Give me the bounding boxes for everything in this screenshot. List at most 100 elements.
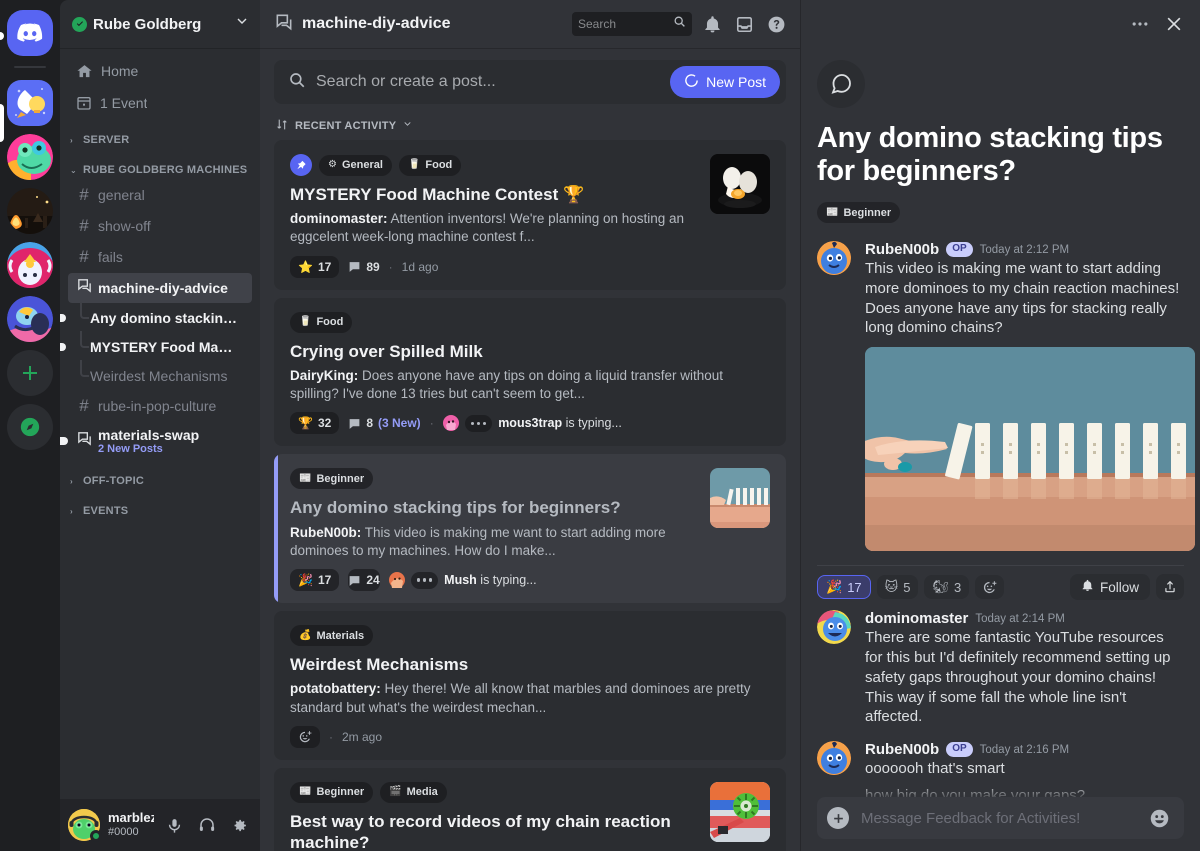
add-reaction-button[interactable]: [975, 575, 1005, 600]
message-image-dominoes[interactable]: [865, 347, 1195, 552]
server-icon-character-pink[interactable]: [7, 242, 53, 288]
post-card-any-domino-stacking-tips[interactable]: 📰 Beginner Any domino stacking tips for …: [274, 454, 786, 604]
avatar[interactable]: [817, 610, 851, 645]
message-input[interactable]: Message Feedback for Activities!: [817, 797, 1184, 839]
avatar[interactable]: [817, 241, 851, 276]
message-author[interactable]: RubeN00b: [865, 741, 939, 758]
gear-icon[interactable]: [227, 812, 252, 838]
sidebar-thread-weirdest[interactable]: Weirdest Mechanisms: [68, 360, 252, 390]
post-tag[interactable]: 💰 Materials: [290, 625, 374, 647]
message-timestamp: Today at 2:12 PM: [979, 243, 1070, 256]
sidebar-item-machine-diy-advice[interactable]: machine-diy-advice: [68, 273, 252, 303]
message-icon: [349, 262, 360, 273]
post-tag[interactable]: ⚙ General: [319, 154, 392, 176]
post-tag[interactable]: 🎬 Media: [380, 781, 447, 803]
typing-suffix: is typing...: [476, 573, 537, 588]
inbox-icon[interactable]: [732, 12, 756, 36]
thread-reaction-bar: 🎉 17 🐱 5 🐿 3 Follow: [817, 565, 1184, 610]
op-badge: OP: [946, 742, 973, 758]
emoji-icon[interactable]: [1149, 808, 1170, 829]
reaction-chip[interactable]: 🏆 32: [290, 412, 340, 435]
user-meta[interactable]: marblez #0000: [108, 811, 154, 838]
sidebar-item-general[interactable]: # general: [68, 180, 252, 210]
rail-divider: [14, 66, 46, 68]
thread-panel: Any domino stacking tips for beginners? …: [800, 0, 1200, 851]
new-post-button[interactable]: New Post: [670, 66, 780, 98]
reaction-chip[interactable]: 🎉 17: [290, 569, 340, 592]
sidebar-item-rube-in-pop-culture[interactable]: # rube-in-pop-culture: [68, 391, 252, 421]
post-tag[interactable]: 🥛 Food: [290, 311, 353, 333]
reaction-cat[interactable]: 🐱 5: [876, 575, 919, 600]
reaction-count: 3: [953, 579, 962, 595]
explore-servers-button[interactable]: [7, 404, 53, 450]
post-tag[interactable]: 📰 Beginner: [290, 468, 374, 490]
thread-message: dominomaster Today at 2:14 PM There are …: [817, 610, 1184, 727]
category-server[interactable]: › SERVER: [68, 120, 252, 150]
bell-icon[interactable]: [700, 12, 724, 36]
thread-tag[interactable]: 📰 Beginner: [817, 202, 901, 224]
reaction-count: 5: [903, 579, 911, 595]
help-icon[interactable]: [764, 12, 788, 36]
server-icon-campfire[interactable]: [7, 188, 53, 234]
sort-selector[interactable]: RECENT ACTIVITY: [274, 104, 786, 140]
sidebar-item-fails[interactable]: # fails: [68, 242, 252, 272]
headphones-icon[interactable]: [195, 812, 220, 838]
add-reaction-button[interactable]: [290, 725, 320, 748]
post-tag[interactable]: 📰 Beginner: [290, 781, 374, 803]
post-preview: RubeN00b: This video is making me want t…: [290, 524, 696, 560]
sidebar-thread-mystery[interactable]: MYSTERY Food Machine...: [60, 331, 252, 361]
sort-label: RECENT ACTIVITY: [295, 120, 397, 132]
thread-message: RubeN00b OP Today at 2:12 PM This video …: [817, 241, 1195, 552]
attach-icon[interactable]: [827, 807, 849, 829]
sidebar-item-materials-swap[interactable]: materials-swap 2 New Posts: [60, 422, 252, 460]
post-card-weirdest-mechanisms[interactable]: 💰 Materials Weirdest Mechanisms potatoba…: [274, 611, 786, 760]
typing-username: mous3trap: [498, 416, 563, 431]
create-post-bar[interactable]: Search or create a post... New Post: [274, 60, 786, 104]
sidebar-nav-events-label: 1 Event: [100, 95, 148, 111]
reaction-party-popper[interactable]: 🎉 17: [817, 575, 871, 600]
post-thumbnail-eggs[interactable]: [710, 154, 770, 214]
message-author[interactable]: dominomaster: [865, 610, 968, 627]
sidebar-nav-events[interactable]: 1 Event: [68, 88, 252, 118]
add-reaction-icon: [299, 730, 312, 742]
thread-connector: [80, 302, 89, 319]
post-card-best-way-to-record-videos[interactable]: 📰 Beginner 🎬 Media Best way to record vi…: [274, 767, 786, 851]
message-author[interactable]: RubeN00b: [865, 241, 939, 258]
search-input[interactable]: Search: [572, 12, 692, 36]
server-icon-lightbulb[interactable]: [7, 80, 53, 126]
home-button[interactable]: [7, 10, 53, 56]
close-icon[interactable]: [1164, 14, 1184, 34]
share-button[interactable]: [1156, 574, 1184, 601]
post-tag[interactable]: 🥛 Food: [398, 154, 462, 176]
reaction-squirrel[interactable]: 🐿 3: [924, 575, 970, 600]
composer-area: Message Feedback for Activities!: [801, 783, 1200, 851]
category-rube-goldberg-machines[interactable]: ⌄ RUBE GOLDBERG MACHINES: [68, 150, 252, 180]
post-title: MYSTERY Food Machine Contest 🏆: [290, 185, 585, 204]
add-server-button[interactable]: [7, 350, 53, 396]
avatar[interactable]: [68, 809, 102, 842]
username: marblez: [108, 811, 155, 826]
category-events[interactable]: › EVENTS: [68, 491, 252, 521]
meta-separator: ·: [429, 416, 434, 431]
thread-panel-topbar: [801, 0, 1200, 48]
milk-icon: 🥛: [407, 159, 421, 170]
server-header[interactable]: Rube Goldberg: [60, 0, 260, 48]
server-icon-character-blue[interactable]: [7, 296, 53, 342]
forum-icon: [274, 12, 294, 37]
avatar[interactable]: [817, 741, 851, 776]
chevron-down-icon[interactable]: [234, 14, 250, 35]
sidebar-item-show-off[interactable]: # show-off: [68, 211, 252, 241]
category-off-topic[interactable]: › OFF-TOPIC: [68, 461, 252, 491]
microphone-icon[interactable]: [162, 812, 187, 838]
post-card-crying-over-spilled-milk[interactable]: 🥛 Food Crying over Spilled Milk DairyKin…: [274, 297, 786, 447]
follow-button[interactable]: Follow: [1069, 574, 1150, 601]
sidebar-nav-home[interactable]: Home: [68, 56, 252, 86]
sidebar-thread-domino[interactable]: Any domino stacking tips...: [60, 302, 252, 332]
server-icon-frog[interactable]: [7, 134, 53, 180]
post-thumbnail-machine[interactable]: [710, 781, 770, 842]
reaction-chip[interactable]: ⭐ 17: [290, 255, 340, 278]
post-thumbnail-dominoes[interactable]: [710, 468, 770, 529]
more-options-icon[interactable]: [1130, 14, 1150, 34]
post-preview: DairyKing: Does anyone have any tips on …: [290, 367, 770, 403]
post-card-mystery-food-machine-contest[interactable]: ⚙ General 🥛 Food MYSTERY Food Machine Co…: [274, 140, 786, 290]
